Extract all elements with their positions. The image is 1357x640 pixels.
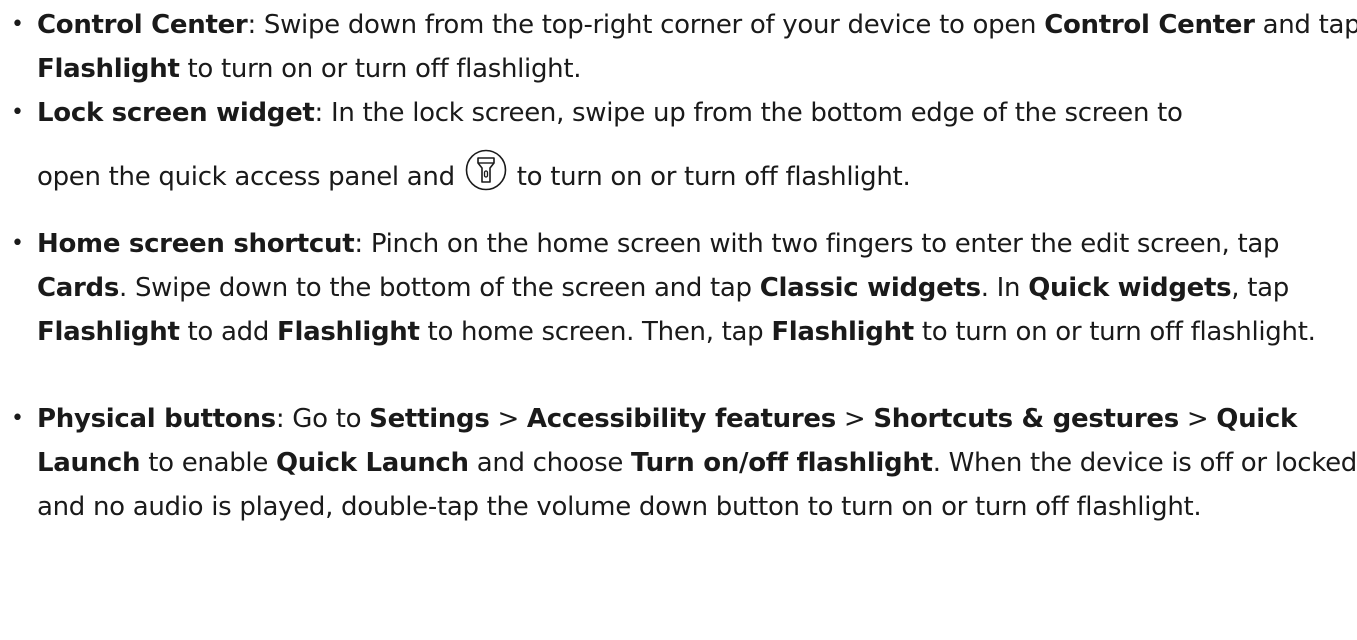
text-segment: > <box>835 404 874 434</box>
item-text: Physical buttons: Go to Settings > Acces… <box>37 404 1357 522</box>
bold-term: Turn on/off flashlight <box>630 448 933 478</box>
text-segment: to home screen. Then, tap <box>419 317 772 347</box>
bold-term: Cards <box>37 273 120 303</box>
bold-term: Shortcuts & gestures <box>873 404 1179 434</box>
bold-term: Flashlight <box>771 317 914 347</box>
text-segment: , tap <box>1231 273 1289 303</box>
text-segment: : Pinch on the home screen with two fing… <box>354 229 1280 259</box>
bullet: • <box>11 12 24 37</box>
bold-term: Quick widgets <box>1028 273 1232 303</box>
bullet: • <box>11 231 24 256</box>
bold-term: Accessibility features <box>526 404 836 434</box>
item-text-line-1: Lock screen widget: In the lock screen, … <box>37 98 1183 128</box>
bold-term: Classic widgets <box>759 273 981 303</box>
bold-term: Lock screen widget <box>37 98 315 128</box>
text-segment: : In the lock screen, swipe up from the … <box>314 98 1183 128</box>
bold-term: Physical buttons <box>37 404 276 434</box>
text-segment: to enable <box>140 448 276 478</box>
text-segment: : Go to <box>275 404 370 434</box>
bold-term: Control Center <box>1044 10 1255 40</box>
bold-term: Control Center <box>37 10 248 40</box>
text-segment: > <box>1178 404 1217 434</box>
text-segment: . Swipe down to the bottom of the screen… <box>119 273 760 303</box>
item-text-line-2: open the quick access panel and to turn … <box>37 149 1357 199</box>
bold-term: Flashlight <box>277 317 420 347</box>
list-item-physical-buttons: • Physical buttons: Go to Settings > Acc… <box>0 397 1357 529</box>
bold-term: Home screen shortcut <box>37 229 355 259</box>
text-segment: . In <box>980 273 1029 303</box>
text-segment: to turn on or turn off flashlight. <box>913 317 1316 347</box>
list-item-control-center: • Control Center: Swipe down from the to… <box>0 3 1357 91</box>
text-segment: and tap <box>1254 10 1357 40</box>
list-item-home-screen-shortcut: • Home screen shortcut: Pinch on the hom… <box>0 222 1357 354</box>
list-item-lock-screen-widget: • Lock screen widget: In the lock screen… <box>0 91 1357 199</box>
text-segment: > <box>489 404 527 434</box>
bold-term: Quick Launch <box>276 448 469 478</box>
bold-term: Flashlight <box>37 54 180 84</box>
item-text: Home screen shortcut: Pinch on the home … <box>37 229 1316 347</box>
text-segment: : Swipe down from the top-right corner o… <box>247 10 1045 40</box>
item-text: Control Center: Swipe down from the top-… <box>37 10 1357 84</box>
bullet: • <box>11 100 24 125</box>
bold-term: Settings <box>369 404 490 434</box>
bullet: • <box>11 406 24 431</box>
text-segment: and choose <box>468 448 631 478</box>
item-text-segment: open the quick access panel and <box>37 162 463 192</box>
item-text-segment: to turn on or turn off flashlight. <box>508 162 911 192</box>
bold-term: Flashlight <box>37 317 180 347</box>
flashlight-icon <box>465 149 507 191</box>
text-segment: to turn on or turn off flashlight. <box>179 54 582 84</box>
text-segment: to add <box>179 317 278 347</box>
